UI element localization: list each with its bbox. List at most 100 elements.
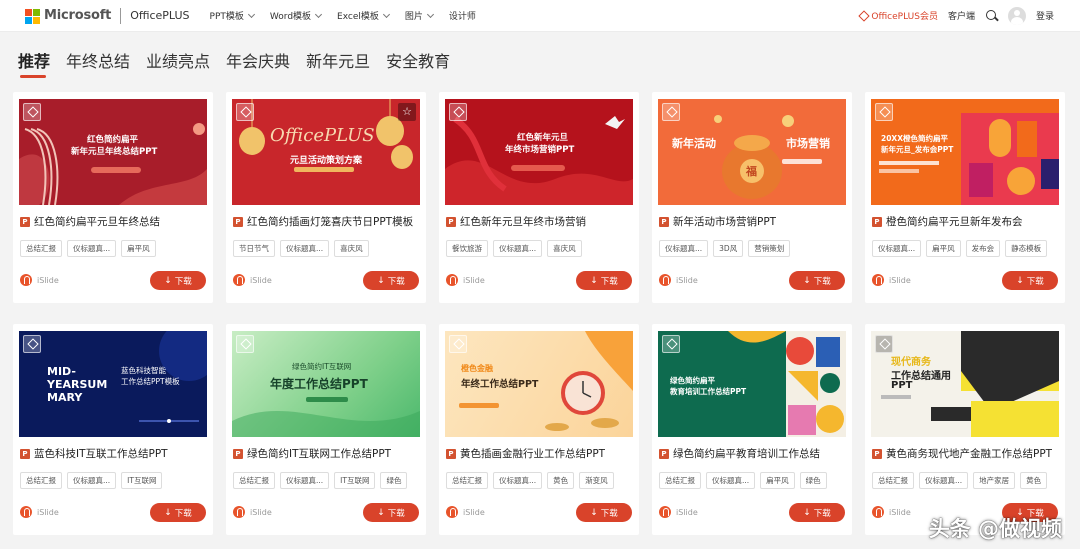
nav-item-excel[interactable]: Excel模板 (337, 9, 390, 22)
tab-recommended[interactable]: 推荐 (18, 48, 50, 78)
tag[interactable]: 黄色 (547, 472, 575, 489)
tag[interactable]: 营销策划 (748, 240, 791, 257)
template-card[interactable]: 红色新年元旦 年终市场营销PPT P 红色新年元旦年终市场营销 餐饮旅游 仪标题真… (439, 92, 639, 303)
nav-item-images[interactable]: 图片 (405, 9, 434, 22)
template-thumbnail[interactable]: 新年活动 市场营销 福 (658, 99, 846, 205)
template-card[interactable]: 新年活动 市场营销 福 P 新年活动市场营销PPT 仪标题真... 3D风 营销策… (652, 92, 852, 303)
author[interactable]: iSlide (446, 506, 485, 518)
download-button[interactable]: ↓ 下载 (363, 271, 419, 290)
template-card[interactable]: 绿色简约扁平 教育培训工作总结PPT P 绿色简约扁平教育培训工作总结 总结汇报 … (652, 324, 852, 535)
vip-link[interactable]: OfficePLUS会员 (858, 9, 938, 22)
card-title[interactable]: 绿色简约扁平教育培训工作总结 (673, 446, 820, 461)
tag[interactable]: 总结汇报 (872, 472, 914, 489)
tab-safety-education[interactable]: 安全教育 (386, 48, 450, 78)
template-card[interactable]: 20XX橙色简约扁平 新年元旦_发布会PPT P 橙色简约扁平元旦新年发布会 仪标… (865, 92, 1065, 303)
card-title[interactable]: 蓝色科技IT互联工作总结PPT (34, 446, 168, 461)
tag[interactable]: 绿色 (380, 472, 408, 489)
author[interactable]: iSlide (446, 274, 485, 286)
nav-item-ppt[interactable]: PPT模板 (210, 9, 255, 22)
template-thumbnail[interactable]: 20XX橙色简约扁平 新年元旦_发布会PPT (871, 99, 1059, 205)
favorite-star-icon[interactable]: ☆ (398, 103, 416, 121)
nav-item-word[interactable]: Word模板 (270, 9, 323, 22)
search-icon[interactable] (985, 9, 998, 22)
tag[interactable]: 仪标题真... (280, 472, 330, 489)
tag[interactable]: 绿色 (799, 472, 827, 489)
tag[interactable]: 总结汇报 (446, 472, 488, 489)
tag[interactable]: 地产家居 (973, 472, 1016, 489)
template-thumbnail[interactable]: 橙色金融 年终工作总结PPT (445, 331, 633, 437)
template-card[interactable]: ☆ OfficePLUS 元旦活动策划方案 P 红色简约插画灯笼喜庆节日PPT模板… (226, 92, 426, 303)
template-card[interactable]: 橙色金融 年终工作总结PPT P 黄色插画金融行业工作总结PPT 总结汇报 仪标题… (439, 324, 639, 535)
tag[interactable]: 仪标题真... (659, 240, 709, 257)
template-thumbnail[interactable]: 绿色简约扁平 教育培训工作总结PPT (658, 331, 846, 437)
template-thumbnail[interactable]: MID- YEARSUM MARY 蓝色科技智能 工作总结PPT模板 (19, 331, 207, 437)
template-card[interactable]: 现代商务 工作总结通用 PPT P 黄色商务现代地产金融工作总结PPT 总结汇报 … (865, 324, 1065, 535)
download-button[interactable]: ↓ 下载 (363, 503, 419, 522)
tag[interactable]: 仪标题真... (872, 240, 922, 257)
author[interactable]: iSlide (872, 506, 911, 518)
template-thumbnail[interactable]: 红色简约扁平 新年元旦年终总结PPT (19, 99, 207, 205)
tag[interactable]: 仪标题真... (493, 472, 543, 489)
download-button[interactable]: ↓ 下载 (576, 503, 632, 522)
card-title[interactable]: 黄色商务现代地产金融工作总结PPT (886, 446, 1052, 461)
download-button[interactable]: ↓ 下载 (1002, 271, 1058, 290)
tag[interactable]: 喜庆风 (334, 240, 369, 257)
tag[interactable]: 总结汇报 (20, 240, 62, 257)
tag[interactable]: 节日节气 (233, 240, 275, 257)
author[interactable]: iSlide (659, 274, 698, 286)
template-thumbnail[interactable]: 红色新年元旦 年终市场营销PPT (445, 99, 633, 205)
tag[interactable]: 3D风 (713, 240, 744, 257)
author[interactable]: iSlide (872, 274, 911, 286)
tab-new-year[interactable]: 新年元旦 (306, 48, 370, 78)
tab-performance[interactable]: 业绩亮点 (146, 48, 210, 78)
tag[interactable]: 扁平风 (121, 240, 156, 257)
card-title[interactable]: 红色新年元旦年终市场营销 (460, 214, 586, 229)
template-thumbnail[interactable]: ☆ OfficePLUS 元旦活动策划方案 (232, 99, 420, 205)
tag[interactable]: 总结汇报 (20, 472, 62, 489)
tag[interactable]: 发布会 (965, 240, 1001, 257)
tag[interactable]: 仪标题真... (67, 472, 117, 489)
tag[interactable]: IT互联网 (121, 472, 163, 489)
author[interactable]: iSlide (20, 506, 59, 518)
tag[interactable]: 喜庆风 (547, 240, 582, 257)
nav-item-designer[interactable]: 设计师 (449, 9, 476, 22)
author[interactable]: iSlide (20, 274, 59, 286)
download-button[interactable]: ↓ 下载 (789, 271, 845, 290)
tag[interactable]: 总结汇报 (233, 472, 275, 489)
template-thumbnail[interactable]: 绿色简约IT互联网 年度工作总结PPT (232, 331, 420, 437)
template-thumbnail[interactable]: 现代商务 工作总结通用 PPT (871, 331, 1059, 437)
tag[interactable]: 仪标题真... (706, 472, 756, 489)
client-link[interactable]: 客户端 (948, 9, 975, 22)
tag[interactable]: 仪标题真... (919, 472, 969, 489)
tab-year-end-summary[interactable]: 年终总结 (66, 48, 130, 78)
card-title[interactable]: 红色简约插画灯笼喜庆节日PPT模板 (247, 214, 413, 229)
download-button[interactable]: ↓ 下载 (150, 503, 206, 522)
author[interactable]: iSlide (659, 506, 698, 518)
tab-annual-party[interactable]: 年会庆典 (226, 48, 290, 78)
tag[interactable]: 餐饮旅游 (446, 240, 488, 257)
tag[interactable]: 静态模板 (1005, 240, 1048, 257)
download-button[interactable]: ↓ 下载 (576, 271, 632, 290)
tag[interactable]: 黄色 (1020, 472, 1048, 489)
login-link[interactable]: 登录 (1036, 9, 1054, 22)
template-card[interactable]: MID- YEARSUM MARY 蓝色科技智能 工作总结PPT模板 P 蓝色科技… (13, 324, 213, 535)
card-title[interactable]: 橙色简约扁平元旦新年发布会 (886, 214, 1023, 229)
template-card[interactable]: 绿色简约IT互联网 年度工作总结PPT P 绿色简约IT互联网工作总结PPT 总结… (226, 324, 426, 535)
brand-logo[interactable]: Microsoft OfficePLUS (25, 7, 190, 24)
tag[interactable]: 扁平风 (760, 472, 795, 489)
card-title[interactable]: 红色简约扁平元旦年终总结 (34, 214, 160, 229)
tag[interactable]: 仪标题真... (67, 240, 117, 257)
author[interactable]: iSlide (233, 274, 272, 286)
card-title[interactable]: 新年活动市场营销PPT (673, 214, 776, 229)
tag[interactable]: 总结汇报 (659, 472, 701, 489)
card-title[interactable]: 黄色插画金融行业工作总结PPT (460, 446, 605, 461)
download-button[interactable]: ↓ 下载 (789, 503, 845, 522)
template-card[interactable]: 红色简约扁平 新年元旦年终总结PPT P 红色简约扁平元旦年终总结 总结汇报 仪标… (13, 92, 213, 303)
tag[interactable]: 仪标题真... (493, 240, 543, 257)
download-button[interactable]: ↓ 下载 (150, 271, 206, 290)
tag[interactable]: 扁平风 (926, 240, 961, 257)
card-title[interactable]: 绿色简约IT互联网工作总结PPT (247, 446, 391, 461)
tag[interactable]: 渐变风 (579, 472, 614, 489)
tag[interactable]: 仪标题真... (280, 240, 330, 257)
avatar[interactable] (1007, 6, 1026, 25)
